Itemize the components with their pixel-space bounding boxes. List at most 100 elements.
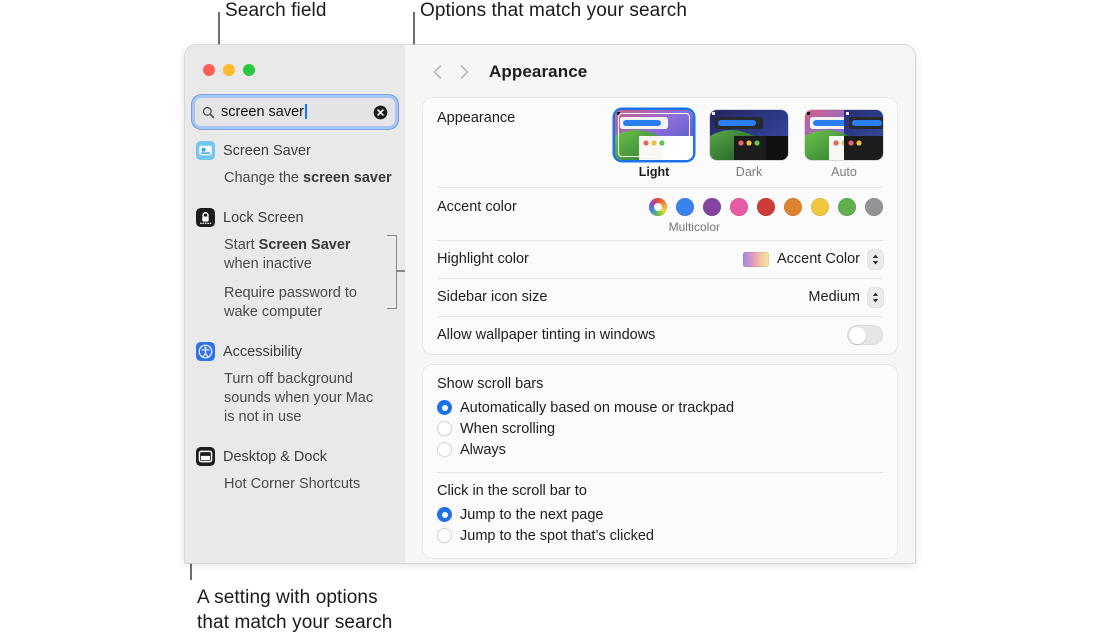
detail-pane: Appearance Appearance (405, 45, 915, 563)
callout-search-field: Search field (225, 0, 327, 23)
accent-swatch-blue[interactable] (676, 198, 694, 216)
chevron-updown-icon[interactable] (868, 250, 883, 269)
sidebar-item-accessibility[interactable]: Accessibility (185, 338, 405, 365)
window-controls (203, 64, 255, 76)
accent-swatch-graphite[interactable] (865, 198, 883, 216)
search-input-text: screen saver (221, 104, 373, 120)
radio-button[interactable] (437, 507, 452, 522)
wallpaper-tinting-row: Allow wallpaper tinting in windows (423, 316, 897, 354)
radio-label: Jump to the next page (460, 507, 604, 523)
result-item-text: Require password to wake computer (224, 285, 357, 320)
sidebar-item-label: Lock Screen (223, 210, 304, 226)
sidebar-item-label: Screen Saver (223, 143, 311, 159)
result-group-desktop-dock: Desktop & Dock Hot Corner Shortcuts (185, 443, 405, 499)
sidebar-item-screen-saver[interactable]: Screen Saver (185, 137, 405, 164)
result-item[interactable]: Change the screen saver (185, 164, 405, 193)
clear-icon[interactable] (373, 105, 388, 120)
text-caret (305, 104, 307, 119)
sidebar-item-lock-screen[interactable]: Lock Screen (185, 204, 405, 231)
search-icon (202, 106, 215, 119)
result-item-match: Screen Saver (259, 237, 351, 253)
result-group-screen-saver: Screen Saver Change the screen saver (185, 137, 405, 193)
search-input[interactable]: screen saver (195, 98, 395, 126)
appearance-thumb-dark[interactable] (710, 110, 788, 160)
stepper-arrows (871, 291, 880, 304)
sidebar-item-label: Accessibility (223, 344, 302, 360)
appearance-option-light[interactable]: Light (615, 110, 693, 179)
accent-swatch-red[interactable] (757, 198, 775, 216)
search-results-list: Screen Saver Change the screen saver (185, 137, 405, 501)
navigation-bar: Appearance (423, 45, 897, 98)
accent-swatch-pink[interactable] (730, 198, 748, 216)
result-group-accessibility: Accessibility Turn off background sounds… (185, 338, 405, 432)
search-query-text: screen saver (221, 104, 304, 120)
sidebar-icon-size-row: Sidebar icon size Medium (423, 278, 897, 316)
sidebar: screen saver (185, 45, 405, 563)
result-item-text: Hot Corner Shortcuts (224, 476, 360, 492)
wallpaper-tinting-label: Allow wallpaper tinting in windows (437, 327, 847, 343)
sidebar-icon-size-control[interactable]: Medium (808, 288, 883, 307)
result-item[interactable]: Turn off background sounds when your Mac… (185, 365, 396, 432)
show-scroll-bars-block: Show scroll bars Automatically based on … (423, 365, 897, 472)
minimize-button[interactable] (223, 64, 235, 76)
accent-swatch-purple[interactable] (703, 198, 721, 216)
radio-option-next-page[interactable]: Jump to the next page (437, 504, 883, 525)
system-settings-window: screen saver (185, 45, 915, 563)
accent-color-swatches (649, 198, 883, 216)
result-item[interactable]: Hot Corner Shortcuts (185, 470, 405, 499)
appearance-option-auto[interactable]: Auto (805, 110, 883, 179)
thumb-art-light (615, 110, 693, 160)
radio-label: When scrolling (460, 421, 555, 437)
sidebar-icon-size-label: Sidebar icon size (437, 289, 808, 305)
radio-button[interactable] (437, 400, 452, 415)
appearance-option-label: Auto (831, 165, 857, 179)
appearance-settings-card: Appearance (423, 98, 897, 354)
appearance-thumb-auto[interactable] (805, 110, 883, 160)
radio-button[interactable] (437, 421, 452, 436)
accent-color-label: Accent color (437, 199, 649, 215)
screenshot-root: Search field Options that match your sea… (0, 0, 1100, 644)
result-item-text: Start (224, 237, 259, 253)
callout-setting-with-options: A setting with options that match your s… (197, 585, 392, 635)
chevron-left-icon[interactable] (427, 60, 449, 84)
accent-swatch-yellow[interactable] (811, 198, 829, 216)
radio-label: Always (460, 442, 506, 458)
accent-swatch-green[interactable] (838, 198, 856, 216)
highlight-color-row: Highlight color Accent Color (423, 240, 897, 278)
sidebar-item-label: Desktop & Dock (223, 449, 327, 465)
zoom-button[interactable] (243, 64, 255, 76)
wallpaper-tinting-toggle[interactable] (847, 325, 883, 345)
highlight-color-control[interactable]: Accent Color (743, 250, 883, 269)
highlight-color-label: Highlight color (437, 251, 743, 267)
chevron-right-icon[interactable] (453, 60, 475, 84)
appearance-option-label: Dark (736, 165, 762, 179)
appearance-label: Appearance (437, 110, 615, 126)
appearance-option-label: Light (639, 165, 670, 179)
appearance-row: Appearance (423, 98, 897, 187)
accessibility-icon (196, 342, 215, 361)
appearance-option-dark[interactable]: Dark (710, 110, 788, 179)
radio-label: Automatically based on mouse or trackpad (460, 400, 734, 416)
search-field-wrapper: screen saver (195, 98, 395, 126)
accent-swatch-multicolor[interactable] (649, 198, 667, 216)
result-item[interactable]: Start Screen Saver when inactive (185, 231, 386, 279)
desktop-dock-icon (196, 447, 215, 466)
chevron-updown-icon[interactable] (868, 288, 883, 307)
sidebar-icon-size-value: Medium (808, 289, 860, 305)
appearance-thumb-light[interactable] (615, 110, 693, 160)
callout-options-match: Options that match your search (420, 0, 687, 23)
scroll-settings-card: Show scroll bars Automatically based on … (423, 365, 897, 558)
radio-button[interactable] (437, 442, 452, 457)
appearance-options: Light (615, 110, 883, 179)
radio-option-spot-clicked[interactable]: Jump to the spot that’s clicked (437, 525, 883, 546)
radio-option-auto[interactable]: Automatically based on mouse or trackpad (437, 397, 883, 418)
radio-label: Jump to the spot that’s clicked (460, 528, 654, 544)
close-button[interactable] (203, 64, 215, 76)
radio-option-always[interactable]: Always (437, 439, 883, 460)
radio-button[interactable] (437, 528, 452, 543)
sidebar-item-desktop-dock[interactable]: Desktop & Dock (185, 443, 405, 470)
accent-swatch-orange[interactable] (784, 198, 802, 216)
lock-screen-icon (196, 208, 215, 227)
result-item[interactable]: Require password to wake computer (185, 279, 386, 327)
radio-option-when-scrolling[interactable]: When scrolling (437, 418, 883, 439)
